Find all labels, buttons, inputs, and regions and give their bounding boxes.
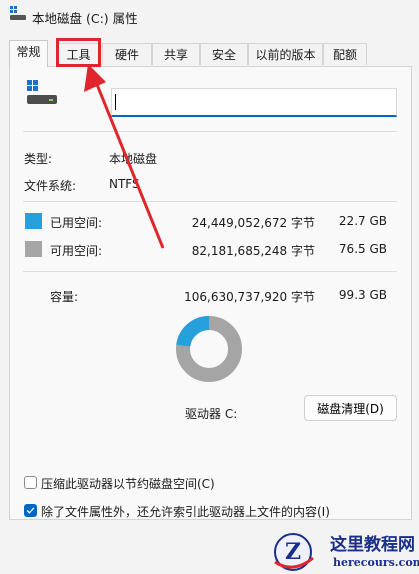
filesystem-label: 文件系统: bbox=[24, 179, 77, 193]
used-space-gb: 22.7 GB bbox=[338, 214, 387, 228]
tab-general[interactable]: 常规 bbox=[9, 40, 48, 67]
type-value: 本地磁盘 bbox=[109, 152, 158, 166]
capacity-gb: 99.3 GB bbox=[338, 288, 387, 302]
watermark-title: 这里教程网 bbox=[330, 535, 415, 555]
used-space-swatch bbox=[25, 213, 42, 229]
title-bar[interactable]: 本地磁盘 (C:) 属性 bbox=[0, 0, 419, 32]
drive-name-input[interactable] bbox=[111, 88, 397, 117]
divider bbox=[23, 131, 397, 132]
disk-cleanup-button[interactable]: 磁盘清理(D) bbox=[304, 395, 397, 421]
drive-letter-label: 驱动器 C: bbox=[185, 407, 238, 421]
tab-quota[interactable]: 配额 bbox=[323, 43, 367, 65]
watermark-url: herecours.com bbox=[333, 556, 419, 569]
tab-sharing[interactable]: 共享 bbox=[152, 43, 200, 65]
tab-highlight-box bbox=[56, 38, 101, 67]
free-space-bytes: 82,181,685,248 字节 bbox=[191, 244, 315, 258]
svg-text:Z: Z bbox=[285, 539, 301, 565]
checkmark-icon bbox=[26, 507, 35, 514]
used-space-label: 已用空间: bbox=[50, 216, 103, 230]
index-label: 除了文件属性外，还允许索引此驱动器上文件的内容(I) bbox=[41, 505, 330, 519]
local-disk-icon bbox=[27, 80, 57, 104]
used-space-arc bbox=[176, 316, 210, 348]
free-space-gb: 76.5 GB bbox=[338, 242, 387, 256]
tab-hardware[interactable]: 硬件 bbox=[102, 43, 152, 65]
compress-checkbox[interactable] bbox=[24, 476, 37, 489]
divider bbox=[23, 201, 397, 202]
text-caret bbox=[115, 94, 116, 110]
drive-icon bbox=[10, 6, 26, 20]
compress-label: 压缩此驱动器以节约磁盘空间(C) bbox=[41, 477, 215, 491]
disk-usage-ring bbox=[176, 316, 242, 382]
used-space-bytes: 24,449,052,672 字节 bbox=[191, 216, 315, 230]
capacity-bytes: 106,630,737,920 字节 bbox=[184, 290, 315, 304]
capacity-label: 容量: bbox=[50, 290, 79, 304]
divider bbox=[23, 271, 397, 272]
tab-previous-versions[interactable]: 以前的版本 bbox=[248, 43, 323, 65]
free-space-label: 可用空间: bbox=[50, 244, 103, 258]
window-title: 本地磁盘 (C:) 属性 bbox=[32, 11, 138, 26]
index-checkbox[interactable] bbox=[24, 504, 37, 517]
free-space-swatch bbox=[25, 241, 42, 257]
tab-security[interactable]: 安全 bbox=[200, 43, 248, 65]
type-label: 类型: bbox=[24, 152, 53, 166]
filesystem-value: NTFS bbox=[109, 177, 140, 191]
